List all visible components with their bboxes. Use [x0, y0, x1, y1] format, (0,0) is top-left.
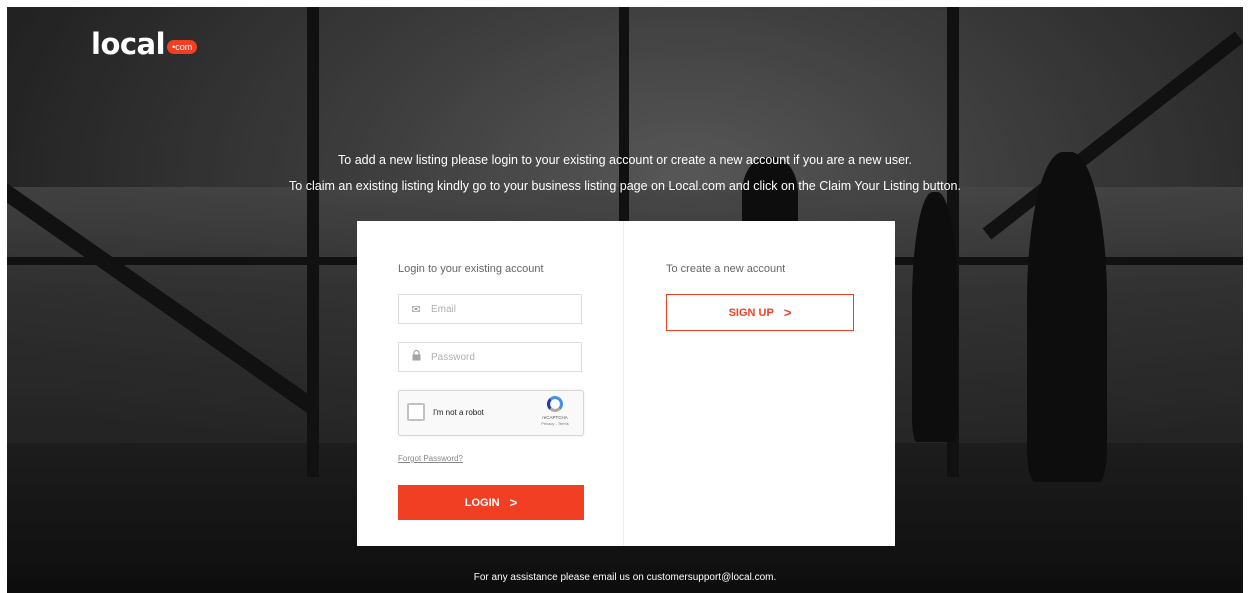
logo-text: local [91, 27, 166, 61]
auth-card: Login to your existing account ✉ I'm not… [357, 221, 895, 546]
password-input[interactable] [429, 350, 573, 364]
background-image: local •com To add a new listing please l… [7, 7, 1243, 593]
recaptcha-widget: I'm not a robot reCAPTCHA Privacy - Term… [398, 390, 584, 436]
chevron-right-icon: > [783, 305, 792, 320]
envelope-icon: ✉ [411, 303, 421, 316]
column-divider [623, 221, 624, 546]
login-heading: Login to your existing account [398, 263, 544, 275]
info-line-1: To add a new listing please login to you… [338, 153, 912, 167]
signup-button-label: SIGN UP [728, 306, 774, 319]
logo-badge: •com [167, 40, 198, 54]
email-field-wrapper: ✉ [398, 294, 582, 324]
recaptcha-brand: reCAPTCHA [542, 415, 568, 420]
recaptcha-icon [547, 396, 563, 412]
login-button-label: LOGIN [464, 496, 500, 509]
logo[interactable]: local •com [91, 27, 198, 61]
chevron-right-icon: > [509, 495, 518, 510]
forgot-password-link[interactable]: Forgot Password? [398, 454, 463, 463]
recaptcha-terms-link[interactable]: Privacy - Terms [535, 421, 575, 426]
recaptcha-branding: reCAPTCHA Privacy - Terms [535, 396, 575, 426]
email-input[interactable] [429, 302, 573, 316]
signup-button[interactable]: SIGN UP > [666, 294, 854, 331]
signup-heading: To create a new account [666, 263, 786, 275]
password-field-wrapper [398, 342, 582, 372]
footer-support-text: For any assistance please email us on cu… [473, 572, 777, 583]
recaptcha-label: I'm not a robot [433, 408, 484, 417]
recaptcha-checkbox[interactable] [407, 403, 425, 421]
login-button[interactable]: LOGIN > [398, 485, 584, 520]
info-line-2: To claim an existing listing kindly go t… [289, 179, 961, 193]
lock-icon [409, 349, 423, 364]
